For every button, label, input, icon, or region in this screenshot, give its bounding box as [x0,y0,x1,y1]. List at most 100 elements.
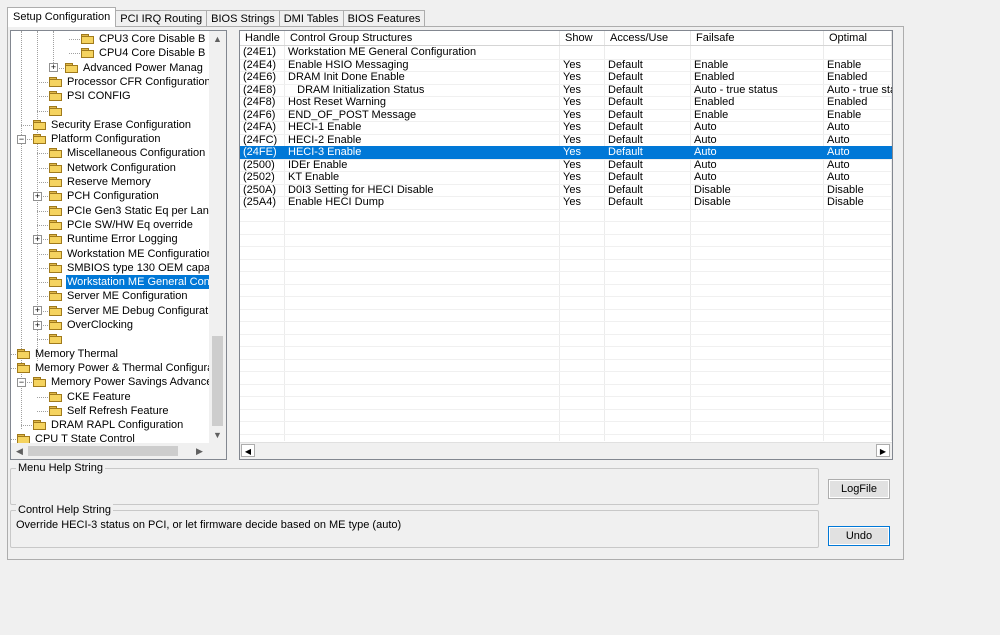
table-cell: Auto [694,158,717,171]
table-row[interactable]: (24E6) DRAM Init Done Enable Yes Default Ena… [240,71,892,84]
scroll-down-icon[interactable]: ▼ [209,427,226,443]
control-grid[interactable]: Handle Control Group Structures Show Access… [239,30,893,460]
column-header-handle[interactable]: Handle [240,31,285,45]
folder-icon [17,348,31,359]
tree-item[interactable]: Reserve Memory [49,175,152,189]
table-cell: Auto [694,121,717,133]
tree-item[interactable]: Server ME Debug Configurati [49,304,209,318]
tree-item[interactable]: Platform Configuration [33,132,161,146]
table-row[interactable]: (24FC) HECI-2 Enable Yes Default Auto Auto [240,134,892,147]
scroll-corner [209,443,226,459]
expand-icon[interactable]: + [33,320,42,330]
tree-item[interactable]: CPU4 Core Disable B [81,46,206,60]
table-cell: HECI-2 Enable [288,133,362,146]
tree-horizontal-scrollbar[interactable]: ◀ ▶ [11,443,209,459]
tree-item[interactable] [49,332,68,346]
table-cell [824,46,892,59]
row-divider [240,308,892,310]
table-cell: Auto - true sta [827,83,892,96]
table-row[interactable]: (24F6) END_OF_POST Message Yes Default Enabl… [240,109,892,122]
grid-horizontal-scrollbar[interactable]: ◀ ▶ [240,442,892,459]
table-cell: Enable [827,58,862,71]
folder-icon [49,205,63,216]
tree-item[interactable]: PCH Configuration [49,189,160,203]
collapse-icon[interactable]: − [17,134,26,144]
column-header-failsafe[interactable]: Failsafe [691,31,824,45]
folder-icon [49,177,63,187]
table-cell: Enable [827,108,862,121]
tree-item[interactable]: Self Refresh Feature [49,404,170,418]
column-header-access-use[interactable]: Access/Use [605,31,691,45]
table-cell: Host Reset Warning [288,96,387,108]
collapse-icon[interactable]: − [17,377,26,387]
expand-icon[interactable]: + [33,191,42,201]
table-cell: (24E6) [243,71,277,83]
expand-icon[interactable]: + [33,234,42,244]
table-row[interactable]: (24E8) DRAM Initialization Status Yes Defa… [240,84,892,97]
table-cell: Yes [563,96,581,108]
undo-button[interactable]: Undo [828,526,890,546]
table-cell: Auto - true status [694,83,778,96]
tree-item-label: CPU4 Core Disable B [99,47,206,60]
tree-item[interactable]: CPU3 Core Disable B [81,32,206,46]
table-cell: KT Enable [288,171,340,183]
tree-vscroll-thumb[interactable] [212,336,223,426]
tree-item[interactable] [49,104,68,118]
tree-item[interactable]: PCIe Gen3 Static Eq per Lan [49,204,209,218]
column-header-optimal[interactable]: Optimal [824,31,892,45]
tree-item[interactable]: Network Configuration [49,161,177,175]
tab-pci-irq-routing[interactable]: PCI IRQ Routing [115,10,208,27]
table-row[interactable]: (2502) KT Enable Yes Default Auto Auto [240,171,892,184]
tree-item[interactable]: Server ME Configuration [49,289,188,303]
tree-item[interactable]: Workstation ME General Con [49,275,209,290]
tab-bios-features[interactable]: BIOS Features [342,10,426,27]
table-row[interactable]: (24FA) HECI-1 Enable Yes Default Auto Auto [240,121,892,134]
tree-item[interactable]: Security Erase Configuration [33,118,192,132]
tree-hscroll-thumb[interactable] [28,446,178,456]
tree-item[interactable]: OverClocking [49,318,134,332]
tab-dmi-tables[interactable]: DMI Tables [278,10,344,27]
column-header-show[interactable]: Show [560,31,605,45]
expand-icon[interactable]: + [49,63,58,73]
scroll-right-icon[interactable]: ▶ [876,444,890,457]
table-cell: HECI-3 Enable [288,146,362,158]
tree-item-label: Miscellaneous Configuration [67,147,206,160]
setup-tree[interactable]: CPU3 Core Disable B CPU4 Core Disable B + A… [10,30,227,460]
tree-item[interactable]: Memory Thermal [17,347,119,361]
tree-item[interactable]: Runtime Error Logging [49,232,179,246]
table-row[interactable]: (24F8) Host Reset Warning Yes Default Enable… [240,96,892,109]
tree-item[interactable]: CPU T State Control [17,432,136,443]
tree-item[interactable]: Memory Power & Thermal Configuratic [17,361,209,375]
scroll-left-icon[interactable]: ◀ [241,444,255,457]
tree-item[interactable]: Advanced Power Manag [65,61,204,75]
table-row[interactable]: (250A) D0I3 Setting for HECI Disable Yes De… [240,184,892,197]
tree-connector [11,439,16,441]
tab-setup-configuration[interactable]: Setup Configuration [7,7,117,27]
scroll-up-icon[interactable]: ▲ [209,31,226,47]
table-cell: Yes [563,171,581,183]
scroll-left-icon[interactable]: ◀ [11,443,28,459]
tree-item[interactable]: Miscellaneous Configuration [49,146,206,160]
table-row[interactable]: (2500) IDEr Enable Yes Default Auto Auto [240,159,892,172]
table-row[interactable]: (25A4) Enable HECI Dump Yes Default Disable D… [240,196,892,209]
table-row[interactable]: (24FE) HECI-3 Enable Yes Default Auto Auto [240,146,892,159]
tree-item[interactable]: PCIe SW/HW Eq override [49,218,194,232]
tab-bios-strings[interactable]: BIOS Strings [206,10,280,27]
tree-vertical-scrollbar[interactable]: ▲ ▼ [209,31,226,443]
tree-item[interactable]: Processor CFR Configuration [49,75,209,89]
expand-icon[interactable]: + [33,306,42,316]
folder-icon [49,291,63,302]
tree-item[interactable]: DRAM RAPL Configuration [33,418,184,432]
tree-item[interactable]: PSI CONFIG [49,89,132,103]
table-row[interactable]: (24E1) Workstation ME General Configurati… [240,46,892,59]
tree-item[interactable]: Workstation ME Configuratior [49,247,209,261]
column-header-control-group-structures[interactable]: Control Group Structures [285,31,560,45]
tree-item[interactable]: CKE Feature [49,390,132,404]
table-cell: (25A4) [243,196,277,208]
tree-item[interactable]: SMBIOS type 130 OEM capa [49,261,209,275]
tree-item[interactable]: Memory Power Savings Advance [33,375,209,389]
scroll-right-icon[interactable]: ▶ [191,443,208,459]
table-row[interactable]: (24E4) Enable HSIO Messaging Yes Default Ena… [240,59,892,72]
tree-item-label: Server ME Debug Configurati [67,304,209,317]
logfile-button[interactable]: LogFile [828,479,890,499]
